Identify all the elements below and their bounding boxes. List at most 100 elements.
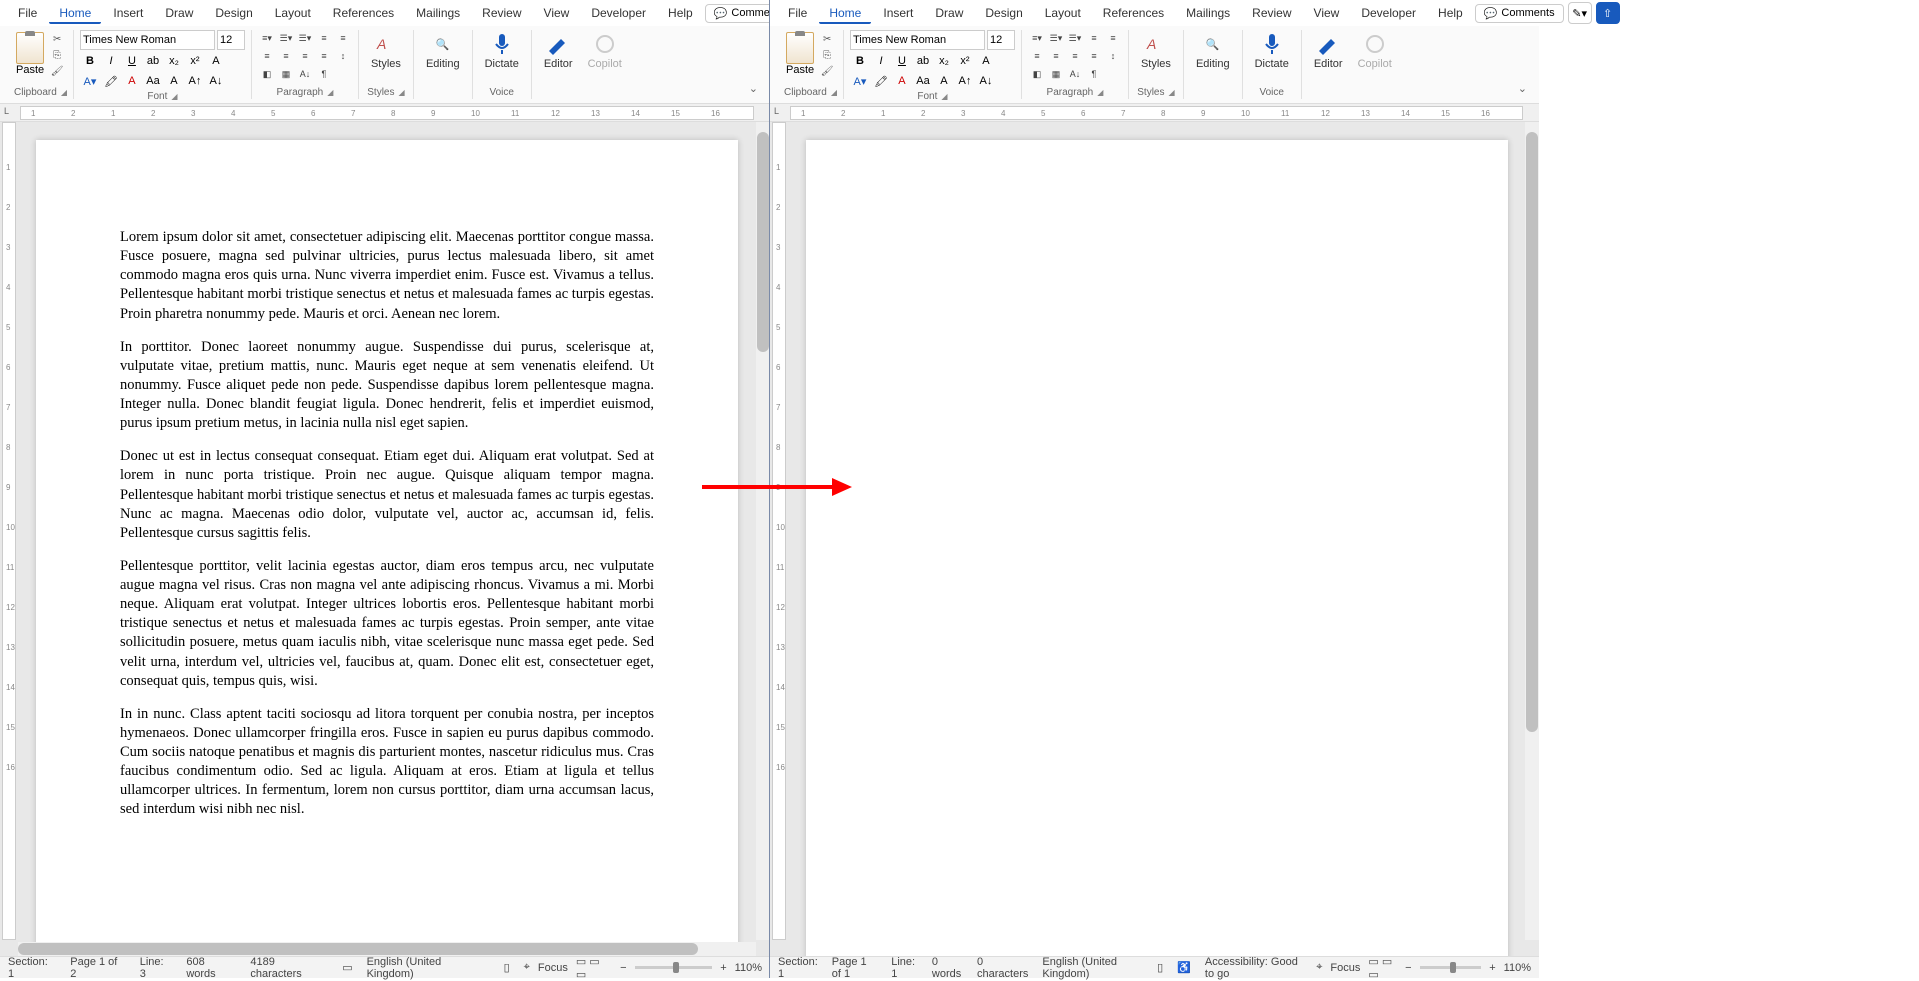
horizontal-ruler[interactable]: 1212345678910111213141516 xyxy=(20,106,754,120)
dialog-launcher-icon[interactable]: ◢ xyxy=(831,88,837,97)
menu-insert[interactable]: Insert xyxy=(873,2,923,24)
borders-button[interactable]: ▦ xyxy=(1047,66,1065,82)
menu-help[interactable]: Help xyxy=(658,2,703,24)
menu-help[interactable]: Help xyxy=(1428,2,1473,24)
clear-formatting-button[interactable]: A xyxy=(164,72,184,90)
status-section[interactable]: Section: 1 xyxy=(778,956,818,980)
font-color-split-button[interactable]: A▾ xyxy=(850,72,870,90)
share-button[interactable]: ⇧ xyxy=(1596,2,1620,24)
status-chars[interactable]: 0 characters xyxy=(977,956,1028,980)
menu-references[interactable]: References xyxy=(323,2,404,24)
menu-design[interactable]: Design xyxy=(205,2,262,24)
italic-button[interactable]: I xyxy=(101,52,121,70)
accessibility-icon[interactable]: ♿ xyxy=(1177,961,1191,974)
status-words[interactable]: 608 words xyxy=(186,956,236,980)
increase-indent-button[interactable]: ≡ xyxy=(1104,30,1122,46)
editing-mode-button[interactable]: ✎▾ xyxy=(1568,2,1592,24)
align-left-button[interactable]: ≡ xyxy=(1028,48,1046,64)
menu-file[interactable]: File xyxy=(8,2,47,24)
focus-icon[interactable]: ⌖ xyxy=(524,961,530,974)
status-section[interactable]: Section: 1 xyxy=(8,956,56,980)
font-size-select[interactable] xyxy=(987,30,1015,50)
macro-icon[interactable]: ▯ xyxy=(504,961,510,974)
numbering-button[interactable]: ☰▾ xyxy=(1047,30,1065,46)
align-center-button[interactable]: ≡ xyxy=(277,48,295,64)
status-language[interactable]: English (United Kingdom) xyxy=(367,956,490,980)
menu-home[interactable]: Home xyxy=(49,2,101,24)
status-focus[interactable]: Focus xyxy=(1330,962,1360,974)
vertical-scrollbar[interactable] xyxy=(1525,122,1539,940)
line-spacing-button[interactable]: ↕ xyxy=(334,48,352,64)
ribbon-collapse-button[interactable]: ⌄ xyxy=(745,30,762,99)
cut-button[interactable]: ✂ xyxy=(49,32,65,46)
editing-button[interactable]: 🔍 Editing xyxy=(420,30,466,72)
align-right-button[interactable]: ≡ xyxy=(1066,48,1084,64)
vertical-ruler[interactable]: 12345678910111213141516 xyxy=(772,122,786,940)
menu-references[interactable]: References xyxy=(1093,2,1174,24)
editor-button[interactable]: Editor xyxy=(538,30,579,72)
status-line[interactable]: Line: 1 xyxy=(891,956,918,980)
justify-button[interactable]: ≡ xyxy=(315,48,333,64)
editor-button[interactable]: Editor xyxy=(1308,30,1349,72)
menu-insert[interactable]: Insert xyxy=(103,2,153,24)
dictate-button[interactable]: Dictate xyxy=(479,30,525,72)
dictate-button[interactable]: Dictate xyxy=(1249,30,1295,72)
format-painter-button[interactable]: 🖌 xyxy=(49,64,65,78)
status-page[interactable]: Page 1 of 2 xyxy=(70,956,126,980)
highlight-button[interactable]: 🖍 xyxy=(101,72,121,90)
bullets-button[interactable]: ≡▾ xyxy=(1028,30,1046,46)
shrink-font-button[interactable]: A↓ xyxy=(976,72,996,90)
status-language[interactable]: English (United Kingdom) xyxy=(1042,956,1143,980)
subscript-button[interactable]: x₂ xyxy=(934,52,954,70)
superscript-button[interactable]: x² xyxy=(955,52,975,70)
view-buttons[interactable]: ▭ ▭ ▭ xyxy=(1368,955,1397,981)
change-case-button[interactable]: Aa xyxy=(913,72,933,90)
zoom-in-button[interactable]: + xyxy=(720,962,726,974)
status-focus[interactable]: Focus xyxy=(538,962,568,974)
spell-check-icon[interactable]: ▭ xyxy=(342,961,352,974)
font-color-button[interactable]: A xyxy=(892,72,912,90)
cut-button[interactable]: ✂ xyxy=(819,32,835,46)
numbering-button[interactable]: ☰▾ xyxy=(277,30,295,46)
menu-mailings[interactable]: Mailings xyxy=(406,2,470,24)
menu-mailings[interactable]: Mailings xyxy=(1176,2,1240,24)
zoom-slider[interactable] xyxy=(1420,966,1482,969)
grow-font-button[interactable]: A↑ xyxy=(955,72,975,90)
copilot-button[interactable]: Copilot xyxy=(1352,30,1398,72)
copy-button[interactable]: ⎘ xyxy=(819,48,835,62)
scroll-thumb[interactable] xyxy=(1526,132,1538,732)
line-spacing-button[interactable]: ↕ xyxy=(1104,48,1122,64)
multilevel-list-button[interactable]: ☰▾ xyxy=(296,30,314,46)
status-accessibility[interactable]: Accessibility: Good to go xyxy=(1205,956,1302,980)
styles-button[interactable]: A Styles xyxy=(365,30,407,72)
menu-draw[interactable]: Draw xyxy=(925,2,973,24)
status-words[interactable]: 0 words xyxy=(932,956,963,980)
highlight-button[interactable]: 🖍 xyxy=(871,72,891,90)
status-chars[interactable]: 4189 characters xyxy=(250,956,328,980)
dialog-launcher-icon[interactable]: ◢ xyxy=(171,92,177,101)
align-center-button[interactable]: ≡ xyxy=(1047,48,1065,64)
format-painter-button[interactable]: 🖌 xyxy=(819,64,835,78)
status-zoom[interactable]: 110% xyxy=(735,962,762,974)
menu-review[interactable]: Review xyxy=(472,2,531,24)
ribbon-collapse-button[interactable]: ⌄ xyxy=(1514,30,1531,99)
font-name-select[interactable] xyxy=(850,30,985,50)
dialog-launcher-icon[interactable]: ◢ xyxy=(1168,88,1174,97)
status-zoom[interactable]: 110% xyxy=(1504,962,1531,974)
menu-layout[interactable]: Layout xyxy=(265,2,321,24)
dialog-launcher-icon[interactable]: ◢ xyxy=(61,88,67,97)
strikethrough-button[interactable]: ab xyxy=(913,52,933,70)
text-effects-button[interactable]: A xyxy=(976,52,996,70)
copy-button[interactable]: ⎘ xyxy=(49,48,65,62)
bold-button[interactable]: B xyxy=(80,52,100,70)
menu-layout[interactable]: Layout xyxy=(1035,2,1091,24)
shading-button[interactable]: ◧ xyxy=(1028,66,1046,82)
document-text[interactable]: Lorem ipsum dolor sit amet, consectetuer… xyxy=(120,228,654,820)
underline-button[interactable]: U xyxy=(122,52,142,70)
comments-button[interactable]: 💬 Comments xyxy=(1475,4,1564,23)
scroll-thumb[interactable] xyxy=(18,943,698,955)
font-name-select[interactable] xyxy=(80,30,215,50)
dialog-launcher-icon[interactable]: ◢ xyxy=(327,88,333,97)
decrease-indent-button[interactable]: ≡ xyxy=(315,30,333,46)
horizontal-ruler[interactable]: 1212345678910111213141516 xyxy=(790,106,1523,120)
